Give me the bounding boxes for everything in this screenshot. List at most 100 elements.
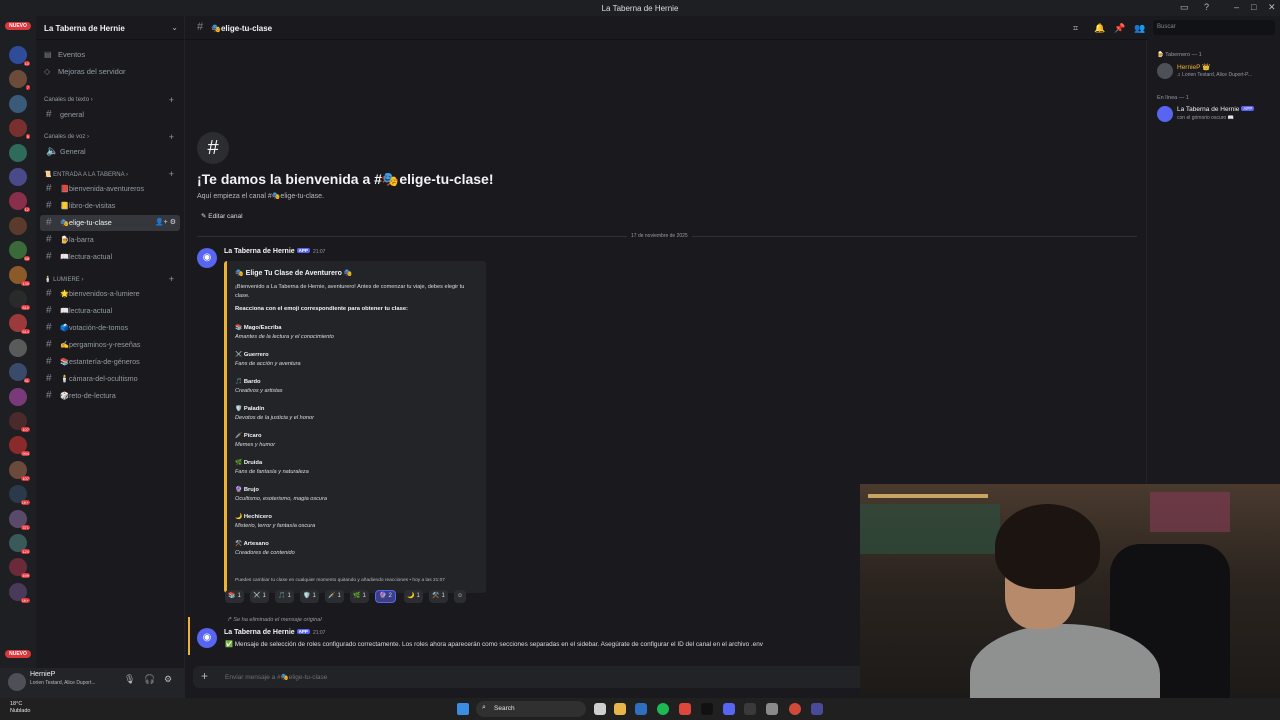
member-item[interactable]: HernieP 👑 ♫ Lorien Testard, Alice Duport… [1157, 61, 1279, 83]
threads-icon[interactable]: ⌗ [1073, 23, 1078, 34]
bell-icon[interactable]: 🔔 [1094, 23, 1105, 34]
reaction-button[interactable]: 🔮 2 [375, 590, 396, 603]
server-icon[interactable]: 371 [9, 509, 30, 530]
add-channel-icon[interactable]: + [169, 169, 174, 179]
reaction-button[interactable]: 📚 1 [225, 590, 244, 603]
server-icon[interactable]: 814 [9, 314, 30, 335]
server-icon[interactable]: 12 [9, 192, 30, 213]
add-reaction-button[interactable]: ☺ [454, 590, 467, 603]
pin-icon[interactable]: 📌 [1114, 23, 1125, 34]
edit-channel-button[interactable]: ✎ Editar canal [201, 212, 243, 220]
add-channel-icon[interactable]: + [169, 274, 174, 284]
server-icon[interactable]: 58 [9, 241, 30, 262]
channel-settings-icon[interactable]: 👤+ ⚙ [155, 215, 176, 231]
server-icon[interactable]: 994 [9, 436, 30, 457]
help-icon[interactable]: ? [1204, 2, 1209, 12]
add-attachment-icon[interactable]: + [201, 669, 208, 683]
server-icon[interactable]: 107 [9, 412, 30, 432]
server-icon[interactable] [9, 168, 27, 186]
search-input[interactable]: Buscar [1153, 20, 1275, 35]
task-view-icon[interactable] [594, 703, 606, 715]
terminal-icon[interactable] [701, 703, 713, 715]
minimize-icon[interactable]: – [1234, 2, 1239, 12]
server-icon[interactable]: 107 [9, 460, 30, 481]
hash-icon: # [46, 356, 52, 367]
events-link[interactable]: ▤ Eventos [40, 48, 180, 62]
channel-lumiere-3[interactable]: # 🗳️votación-de-tomos [40, 320, 180, 336]
reaction-button[interactable]: 🌿 1 [350, 590, 369, 603]
code-icon[interactable] [744, 703, 756, 715]
bot-avatar[interactable]: ◉ [197, 248, 217, 268]
discord-icon[interactable] [723, 703, 735, 715]
add-channel-icon[interactable]: + [169, 132, 174, 142]
inbox-icon[interactable]: ▭ [1180, 2, 1189, 13]
server-icon[interactable]: 499 [9, 558, 30, 579]
server-icon[interactable]: 7 [9, 70, 30, 91]
user-panel: HernieP Lorien Testard, Alice Duport... … [0, 668, 184, 698]
server-icon[interactable] [9, 143, 27, 162]
reaction-button[interactable]: 🎵 1 [275, 590, 294, 603]
server-icon[interactable]: 10 [9, 46, 30, 66]
headphones-icon[interactable]: 🎧 [144, 674, 155, 685]
channel-lumiere-4[interactable]: # ✍️pergaminos-y-reseñas [40, 337, 180, 353]
file-explorer-icon[interactable] [614, 703, 626, 715]
category-text[interactable]: Canales de texto › + [44, 95, 180, 105]
brave-icon[interactable] [679, 703, 691, 715]
server-icon[interactable]: 124 [9, 534, 30, 554]
class-desc: Creativos y artistas [235, 388, 283, 394]
reaction-button[interactable]: 🗡️ 1 [325, 590, 344, 603]
weather-widget[interactable]: 18°C Nublado [10, 701, 31, 715]
server-icon[interactable]: 1K+ [9, 485, 30, 506]
reaction-button[interactable]: 🌙 1 [404, 590, 423, 603]
reaction-button[interactable]: 🛡️ 1 [300, 590, 319, 603]
channel-lumiere-1[interactable]: # 🌟bienvenidos-a-lumiere [40, 286, 180, 302]
maximize-icon[interactable]: □ [1251, 2, 1256, 12]
spotify-icon[interactable] [657, 703, 669, 715]
channel-bienvenida[interactable]: # 📕bienvenida-aventureros [40, 181, 180, 197]
reaction-button[interactable]: ⚔️ 1 [250, 590, 269, 603]
close-icon[interactable]: ✕ [1268, 2, 1276, 13]
category-entrada[interactable]: 📜 ENTRADA A LA TABERNA › + [44, 169, 180, 179]
server-icon[interactable] [9, 94, 27, 113]
server-icon[interactable] [9, 338, 27, 357]
avatar[interactable] [8, 673, 26, 691]
reply-reference[interactable]: ↱ Se ha eliminado el mensaje original [227, 617, 322, 623]
channel-lumiere-2[interactable]: # 📖lectura-actual [40, 303, 180, 319]
store-icon[interactable] [635, 703, 647, 715]
add-channel-icon[interactable]: + [169, 95, 174, 105]
server-icon[interactable] [9, 216, 27, 235]
reaction-button[interactable]: ⚒️ 1 [429, 590, 448, 603]
voice-channel-general[interactable]: 🔈 General [40, 144, 180, 160]
server-icon[interactable] [9, 387, 27, 406]
record-icon[interactable] [789, 703, 801, 715]
gear-icon[interactable]: ⚙ [164, 674, 172, 685]
category-lumiere[interactable]: 🕯️ LUMIERE › + [44, 274, 180, 284]
channel-lumiere-6[interactable]: # 🕯️cámara-del-ocultismo [40, 371, 180, 387]
server-icon[interactable]: 1K+ [9, 582, 30, 603]
microphone-icon[interactable]: 🎙 [124, 674, 135, 685]
boost-label: Mejoras del servidor [58, 67, 126, 76]
windows-start-icon[interactable] [457, 703, 469, 715]
server-icon[interactable]: 5 [9, 119, 30, 140]
channel-lectura[interactable]: # 📖lectura-actual [40, 249, 180, 265]
taskbar-search[interactable]: ⌕ Search [476, 701, 586, 717]
server-header[interactable]: La Taberna de Hernie ⌄ [36, 16, 184, 40]
channel-general[interactable]: # general [40, 107, 180, 123]
bot-avatar[interactable]: ◉ [197, 628, 217, 648]
more-apps-icon[interactable] [811, 703, 823, 715]
server-icon[interactable]: 139 [9, 265, 30, 286]
members-icon[interactable]: 👥 [1134, 23, 1145, 34]
message-author[interactable]: La Taberna de Hernie APP 21:07 [224, 248, 325, 255]
category-voice[interactable]: Canales de voz › + [44, 132, 180, 142]
channel-lumiere-5[interactable]: # 📚estantería-de-géneros [40, 354, 180, 370]
boost-link[interactable]: ◇ Mejoras del servidor [40, 65, 180, 79]
server-icon[interactable]: 81 [9, 363, 30, 384]
channel-libro[interactable]: # 📒libro-de-visitas [40, 198, 180, 214]
message-author[interactable]: La Taberna de Hernie APP 21:07 [224, 629, 325, 636]
channel-la-barra[interactable]: # 🍺la-barra [40, 232, 180, 248]
server-icon[interactable]: 810 [9, 290, 30, 310]
channel-lumiere-7[interactable]: # 🎲reto-de-lectura [40, 388, 180, 404]
channel-elige-tu-clase[interactable]: # 🎭elige-tu-clase 👤+ ⚙ [40, 215, 180, 231]
app-icon[interactable] [766, 703, 778, 715]
member-item[interactable]: La Taberna de Hernie APP con el grimorio … [1157, 104, 1279, 126]
